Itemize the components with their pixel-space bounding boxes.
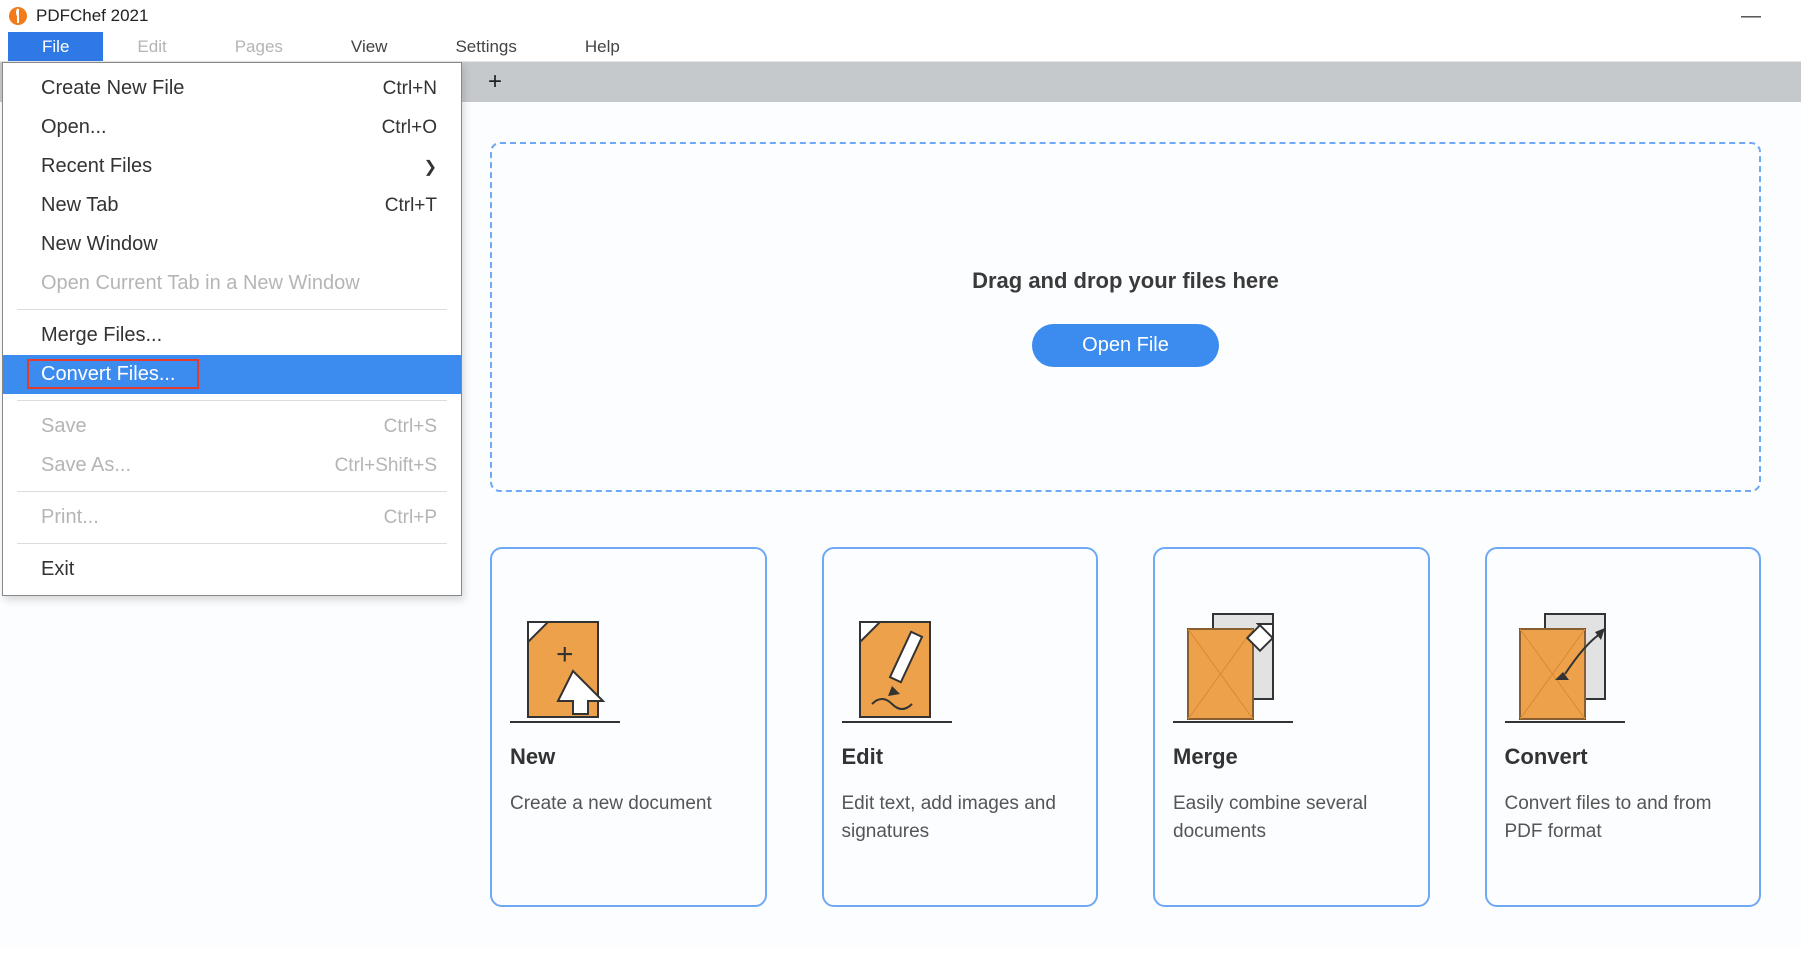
menu-recent-files[interactable]: Recent Files ❯: [3, 147, 461, 186]
menu-item-label: Save: [41, 415, 87, 438]
menu-item-shortcut: Ctrl+S: [384, 416, 437, 438]
card-convert-desc: Convert files to and from PDF format: [1505, 790, 1742, 845]
menu-exit[interactable]: Exit: [3, 550, 461, 589]
menu-item-label: Open Current Tab in a New Window: [41, 272, 360, 295]
file-menu-dropdown: Create New File Ctrl+N Open... Ctrl+O Re…: [2, 62, 462, 596]
menu-new-tab[interactable]: New Tab Ctrl+T: [3, 186, 461, 225]
app-title: PDFChef 2021: [36, 6, 148, 26]
card-new-desc: Create a new document: [510, 790, 747, 818]
menu-item-label: New Tab: [41, 194, 118, 217]
merge-documents-icon: [1173, 574, 1410, 724]
new-document-icon: +: [510, 574, 747, 724]
menu-item-label: Exit: [41, 558, 74, 581]
plus-icon: +: [488, 68, 502, 96]
menu-separator: [17, 543, 447, 544]
menu-item-shortcut: Ctrl+N: [383, 78, 437, 100]
menu-separator: [17, 309, 447, 310]
menu-item-label: Save As...: [41, 454, 131, 477]
card-convert-title: Convert: [1505, 744, 1742, 770]
menu-save-as: Save As... Ctrl+Shift+S: [3, 446, 461, 485]
card-merge-desc: Easily combine several documents: [1173, 790, 1410, 845]
card-convert[interactable]: Convert Convert files to and from PDF fo…: [1485, 547, 1762, 907]
card-edit-title: Edit: [842, 744, 1079, 770]
open-file-button[interactable]: Open File: [1032, 324, 1219, 367]
menu-settings[interactable]: Settings: [421, 32, 550, 61]
menu-separator: [17, 400, 447, 401]
menu-merge-files[interactable]: Merge Files...: [3, 316, 461, 355]
convert-documents-icon: [1505, 574, 1742, 724]
menu-open-current-tab-new-window: Open Current Tab in a New Window: [3, 264, 461, 303]
menu-item-label: Recent Files: [41, 155, 152, 178]
card-merge[interactable]: Merge Easily combine several documents: [1153, 547, 1430, 907]
menubar: File Edit Pages View Settings Help: [0, 32, 1801, 62]
menu-item-label: Print...: [41, 506, 99, 529]
menu-item-shortcut: Ctrl+O: [382, 117, 437, 139]
menu-separator: [17, 491, 447, 492]
menu-pages[interactable]: Pages: [201, 32, 317, 61]
minimize-button[interactable]: —: [1741, 5, 1761, 28]
card-new[interactable]: + New Create a new document: [490, 547, 767, 907]
menu-new-window[interactable]: New Window: [3, 225, 461, 264]
titlebar: PDFChef 2021 —: [0, 0, 1801, 32]
menu-print: Print... Ctrl+P: [3, 498, 461, 537]
menu-item-label: Create New File: [41, 77, 184, 100]
new-tab-button[interactable]: +: [480, 67, 510, 97]
menu-item-label: Convert Files...: [41, 363, 175, 386]
menu-save: Save Ctrl+S: [3, 407, 461, 446]
menu-item-shortcut: Ctrl+T: [385, 195, 437, 217]
svg-text:+: +: [556, 638, 574, 671]
menu-convert-files[interactable]: Convert Files...: [3, 355, 461, 394]
menu-view[interactable]: View: [317, 32, 422, 61]
dropzone-text: Drag and drop your files here: [972, 268, 1279, 294]
menu-item-shortcut: Ctrl+P: [384, 507, 437, 529]
edit-document-icon: [842, 574, 1079, 724]
menu-open[interactable]: Open... Ctrl+O: [3, 108, 461, 147]
menu-create-new-file[interactable]: Create New File Ctrl+N: [3, 69, 461, 108]
card-edit[interactable]: Edit Edit text, add images and signature…: [822, 547, 1099, 907]
cards-row: + New Create a new document Edit Edi: [490, 547, 1761, 907]
dropzone[interactable]: Drag and drop your files here Open File: [490, 142, 1761, 492]
menu-item-label: New Window: [41, 233, 158, 256]
menu-file[interactable]: File: [8, 32, 103, 61]
card-merge-title: Merge: [1173, 744, 1410, 770]
card-new-title: New: [510, 744, 747, 770]
app-icon: [8, 6, 28, 26]
menu-help[interactable]: Help: [551, 32, 654, 61]
chevron-right-icon: ❯: [424, 157, 437, 177]
menu-item-label: Merge Files...: [41, 324, 162, 347]
menu-item-label: Open...: [41, 116, 107, 139]
card-edit-desc: Edit text, add images and signatures: [842, 790, 1079, 845]
menu-item-shortcut: Ctrl+Shift+S: [335, 455, 437, 477]
menu-edit[interactable]: Edit: [103, 32, 200, 61]
